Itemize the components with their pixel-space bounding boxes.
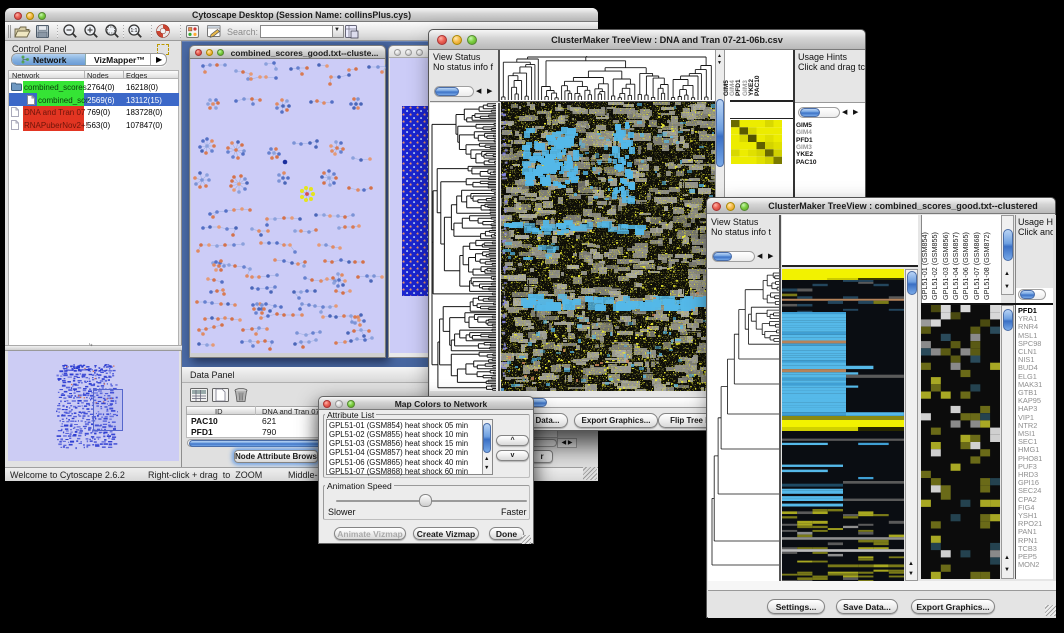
svg-text:1:1: 1:1: [131, 28, 138, 34]
